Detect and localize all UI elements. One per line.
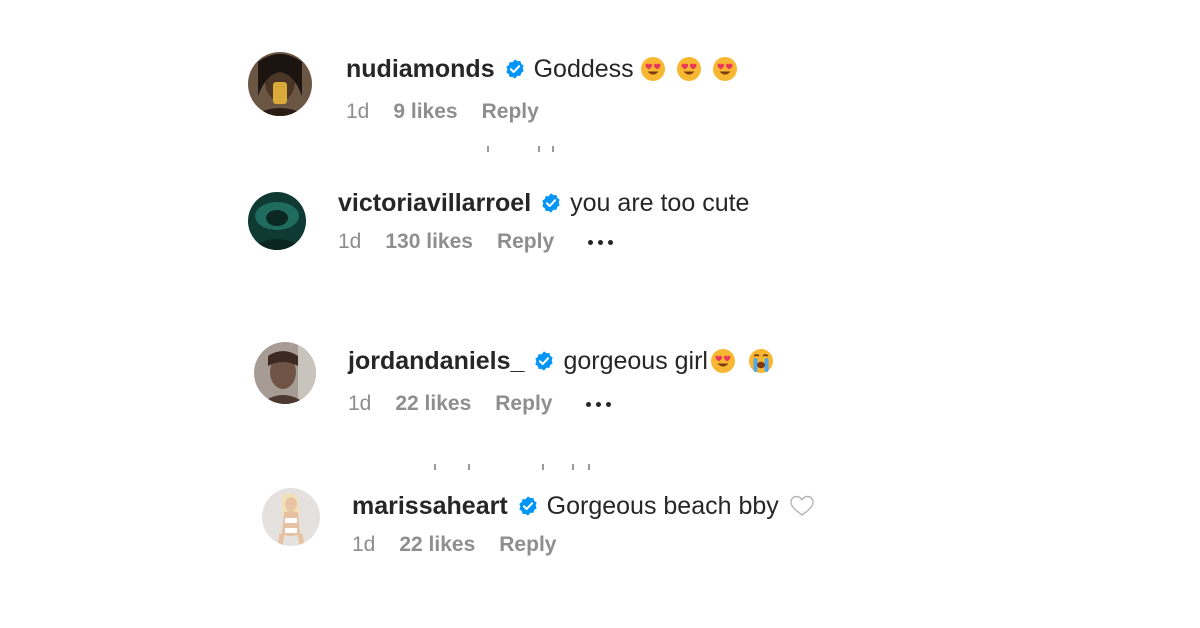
heart-eyes-emoji bbox=[676, 56, 702, 82]
avatar[interactable] bbox=[262, 488, 320, 546]
comment-text: Gorgeous beach bby bbox=[546, 492, 779, 520]
clipped-text-fragment bbox=[440, 146, 570, 154]
avatar[interactable] bbox=[248, 52, 312, 116]
reply-button[interactable]: Reply bbox=[495, 392, 552, 416]
white-heart-icon bbox=[789, 493, 815, 519]
avatar-image bbox=[248, 52, 312, 116]
comment-time: 1d bbox=[348, 392, 372, 415]
comment-time: 1d bbox=[352, 533, 376, 556]
avatar-image bbox=[248, 192, 306, 250]
comment-jordandaniels: jordandaniels_ gorgeous girl 1d 22 likes… bbox=[254, 342, 774, 416]
heart-eyes-emoji bbox=[640, 56, 666, 82]
reply-button[interactable]: Reply bbox=[482, 100, 539, 124]
verified-badge-icon bbox=[504, 58, 526, 80]
more-options-icon[interactable] bbox=[586, 236, 615, 249]
avatar[interactable] bbox=[254, 342, 316, 404]
verified-badge-icon bbox=[540, 192, 562, 214]
heart-eyes-emoji bbox=[710, 348, 736, 374]
likes-count[interactable]: 22 likes bbox=[399, 533, 475, 557]
comment-text: Goddess bbox=[533, 55, 634, 83]
likes-count[interactable]: 22 likes bbox=[395, 392, 471, 416]
likes-count[interactable]: 9 likes bbox=[393, 100, 457, 124]
comment-victoriavillarroel: victoriavillarroel you are too cute 1d 1… bbox=[248, 189, 749, 254]
reply-button[interactable]: Reply bbox=[499, 533, 556, 557]
username[interactable]: jordandaniels_ bbox=[348, 344, 524, 378]
username[interactable]: marissaheart bbox=[352, 489, 508, 523]
avatar-image bbox=[254, 342, 316, 404]
crying-face-emoji bbox=[748, 348, 774, 374]
username[interactable]: nudiamonds bbox=[346, 52, 495, 86]
heart-eyes-emoji bbox=[712, 56, 738, 82]
comment-marissaheart: marissaheart Gorgeous beach bby 1d 22 li… bbox=[262, 488, 815, 557]
reply-button[interactable]: Reply bbox=[497, 230, 554, 254]
comment-nudiamonds: nudiamonds Goddess 1d 9 likes Reply bbox=[248, 52, 738, 124]
avatar-image bbox=[262, 488, 320, 546]
verified-badge-icon bbox=[533, 350, 555, 372]
comment-text: gorgeous girl bbox=[563, 347, 708, 375]
comment-time: 1d bbox=[346, 100, 370, 123]
comment-time: 1d bbox=[338, 230, 362, 253]
avatar[interactable] bbox=[248, 192, 306, 250]
verified-badge-icon bbox=[517, 495, 539, 517]
likes-count[interactable]: 130 likes bbox=[385, 230, 473, 254]
more-options-icon[interactable] bbox=[584, 398, 613, 411]
clipped-text-fragment bbox=[420, 464, 610, 472]
username[interactable]: victoriavillarroel bbox=[338, 186, 531, 220]
comment-text: you are too cute bbox=[570, 189, 750, 217]
